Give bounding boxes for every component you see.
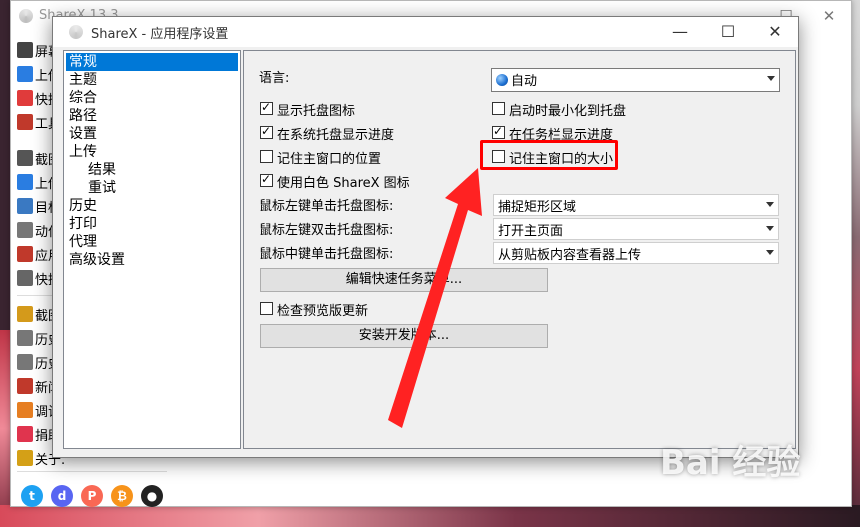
baidu-watermark-url: jingyan.baidu.com bbox=[662, 488, 782, 503]
baidu-watermark: Bai 经验 bbox=[660, 443, 801, 483]
